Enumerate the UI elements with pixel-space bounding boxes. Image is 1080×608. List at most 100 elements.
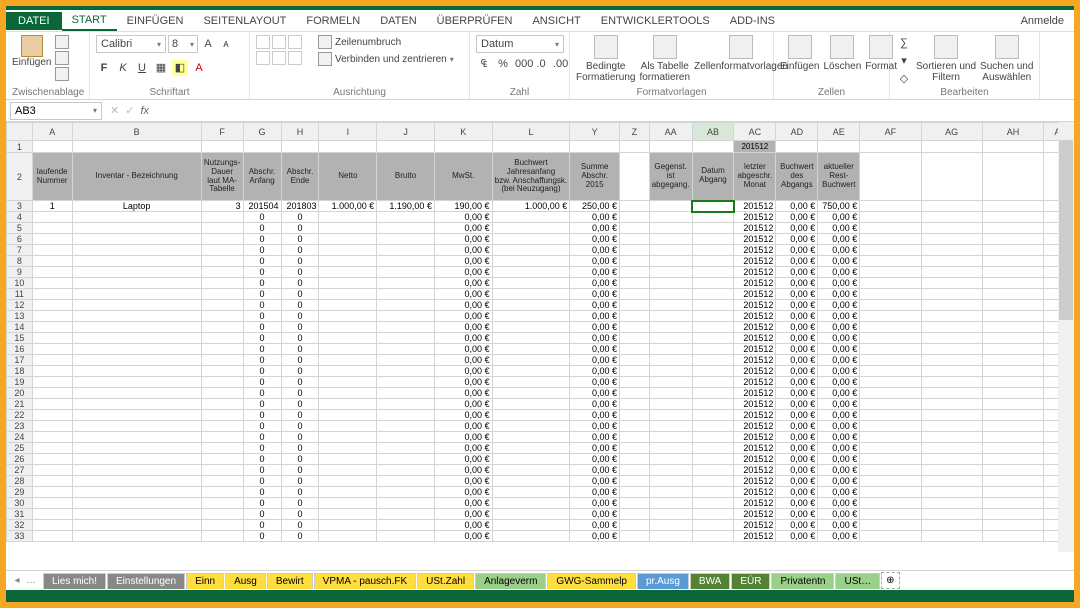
cell[interactable] xyxy=(32,410,72,421)
cell[interactable] xyxy=(860,388,921,399)
cell[interactable]: 0,00 € xyxy=(818,531,860,542)
cell[interactable] xyxy=(32,355,72,366)
cell[interactable]: 0,00 € xyxy=(570,344,620,355)
cell[interactable] xyxy=(319,410,377,421)
cell[interactable] xyxy=(319,141,377,153)
cell[interactable] xyxy=(377,454,435,465)
cell[interactable]: 0 xyxy=(243,322,281,333)
cell[interactable] xyxy=(620,476,650,487)
cell[interactable] xyxy=(921,278,982,289)
cell[interactable]: 201512 xyxy=(734,476,776,487)
cell[interactable]: 0,00 € xyxy=(776,377,818,388)
cell[interactable]: 0,00 € xyxy=(776,300,818,311)
cell[interactable] xyxy=(692,311,734,322)
cell[interactable] xyxy=(319,531,377,542)
cell[interactable]: 0 xyxy=(243,256,281,267)
tab-developer[interactable]: ENTWICKLERTOOLS xyxy=(591,12,720,30)
cell[interactable]: 0 xyxy=(281,212,319,223)
cell[interactable] xyxy=(377,256,435,267)
cell[interactable] xyxy=(860,366,921,377)
cell[interactable] xyxy=(649,487,692,498)
cell[interactable]: 0 xyxy=(281,322,319,333)
cell[interactable]: 201803 xyxy=(281,201,319,212)
cell[interactable]: 0,00 € xyxy=(434,388,492,399)
cell[interactable] xyxy=(319,509,377,520)
cell[interactable]: 0,00 € xyxy=(776,212,818,223)
cell[interactable]: 201512 xyxy=(734,355,776,366)
cell[interactable] xyxy=(620,355,650,366)
cell[interactable] xyxy=(377,278,435,289)
cell[interactable] xyxy=(982,212,1043,223)
cell[interactable] xyxy=(982,410,1043,421)
cell[interactable] xyxy=(860,333,921,344)
cell[interactable] xyxy=(32,245,72,256)
column-header[interactable]: I xyxy=(319,123,377,141)
row-header[interactable]: 9 xyxy=(7,267,33,278)
cell[interactable] xyxy=(620,377,650,388)
cell[interactable]: 0 xyxy=(243,366,281,377)
cell[interactable] xyxy=(649,311,692,322)
align-center-icon[interactable] xyxy=(272,51,286,65)
cell[interactable]: 201512 xyxy=(734,141,776,153)
cell[interactable] xyxy=(982,399,1043,410)
cell[interactable] xyxy=(492,366,570,377)
cell[interactable] xyxy=(32,300,72,311)
align-left-icon[interactable] xyxy=(256,51,270,65)
cell[interactable]: 0,00 € xyxy=(818,432,860,443)
cell[interactable]: 0 xyxy=(281,344,319,355)
column-header[interactable]: AA xyxy=(649,123,692,141)
cell[interactable] xyxy=(201,344,243,355)
cell[interactable]: 201512 xyxy=(734,223,776,234)
cell[interactable] xyxy=(692,487,734,498)
cell[interactable]: 0,00 € xyxy=(818,267,860,278)
cell[interactable]: 201512 xyxy=(734,399,776,410)
row-header[interactable]: 19 xyxy=(7,377,33,388)
cell[interactable] xyxy=(72,399,201,410)
cell[interactable] xyxy=(982,520,1043,531)
cell[interactable] xyxy=(860,454,921,465)
sheet-tab[interactable]: Ausg xyxy=(225,573,266,589)
cell[interactable] xyxy=(201,256,243,267)
cell[interactable] xyxy=(649,256,692,267)
sheet-tab[interactable]: pr.Ausg xyxy=(637,573,689,589)
cell[interactable] xyxy=(72,443,201,454)
vertical-scrollbar[interactable] xyxy=(1058,122,1074,552)
cell[interactable] xyxy=(72,267,201,278)
cell[interactable] xyxy=(492,410,570,421)
cell[interactable] xyxy=(72,366,201,377)
cell[interactable]: 201512 xyxy=(734,234,776,245)
cell[interactable] xyxy=(921,476,982,487)
cell[interactable]: 0,00 € xyxy=(776,476,818,487)
cell[interactable]: 0,00 € xyxy=(570,487,620,498)
cell[interactable] xyxy=(649,289,692,300)
cell[interactable]: 0 xyxy=(281,311,319,322)
cell[interactable]: 0,00 € xyxy=(434,355,492,366)
cell[interactable]: 0,00 € xyxy=(434,410,492,421)
cell[interactable] xyxy=(649,267,692,278)
cell[interactable]: 0 xyxy=(243,245,281,256)
cell[interactable]: 0,00 € xyxy=(776,344,818,355)
cell[interactable] xyxy=(377,141,435,153)
cell[interactable] xyxy=(982,476,1043,487)
cell[interactable] xyxy=(32,421,72,432)
cell[interactable] xyxy=(377,421,435,432)
column-header[interactable]: AD xyxy=(776,123,818,141)
cell[interactable] xyxy=(319,432,377,443)
cell[interactable]: 0,00 € xyxy=(818,410,860,421)
table-header-cell[interactable]: Abschr. Anfang xyxy=(243,153,281,201)
cell[interactable] xyxy=(377,300,435,311)
column-header[interactable]: K xyxy=(434,123,492,141)
row-header[interactable]: 3 xyxy=(7,201,33,212)
cell[interactable]: 0,00 € xyxy=(570,509,620,520)
cell[interactable] xyxy=(72,454,201,465)
cell[interactable]: 0,00 € xyxy=(818,256,860,267)
sheet-tab[interactable]: Einstellungen xyxy=(107,573,185,589)
cell[interactable]: 201512 xyxy=(734,289,776,300)
bold-button[interactable]: F xyxy=(96,60,112,76)
align-top-icon[interactable] xyxy=(256,35,270,49)
insert-cells-button[interactable]: Einfügen xyxy=(780,35,819,72)
cell[interactable] xyxy=(492,377,570,388)
row-header[interactable]: 24 xyxy=(7,432,33,443)
cell[interactable] xyxy=(32,432,72,443)
cell[interactable] xyxy=(921,300,982,311)
